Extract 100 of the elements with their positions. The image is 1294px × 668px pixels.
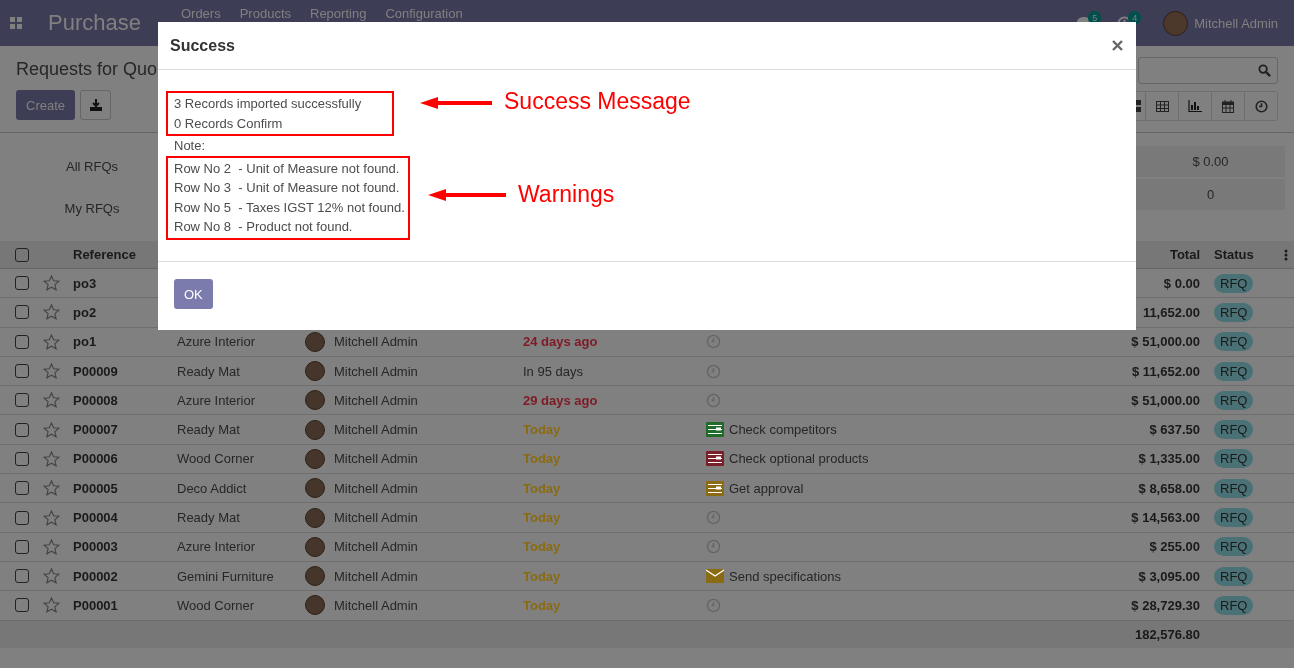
deadline-cell: Today <box>523 451 561 467</box>
star-icon[interactable] <box>43 480 60 497</box>
star-icon[interactable] <box>43 275 60 292</box>
menu-item[interactable]: Products <box>239 6 291 21</box>
total-cell-text: $ 0.00 <box>1162 275 1201 291</box>
close-icon[interactable] <box>1112 40 1123 51</box>
activity-text: Send specifications <box>729 568 841 584</box>
envelope-icon[interactable] <box>706 569 724 584</box>
buyer-name: Mitchell Admin <box>334 422 418 438</box>
app-name: Purchase <box>48 10 141 36</box>
star-icon[interactable] <box>43 538 60 555</box>
reference-cell-text: P00004 <box>72 510 119 525</box>
task-list-icon[interactable] <box>706 422 724 438</box>
row-checkbox[interactable] <box>15 451 29 466</box>
total-cell-text: $ 11,652.00 <box>1131 363 1201 379</box>
row-checkbox[interactable] <box>15 510 29 525</box>
total-cell-text: $ 255.00 <box>1148 539 1201 555</box>
vendor-cell: Ready Mat <box>177 363 240 379</box>
reference-cell-text: P00002 <box>72 568 119 584</box>
buyer-name: Mitchell Admin <box>334 392 418 408</box>
buyer-name: Mitchell Admin <box>334 568 418 584</box>
menu-item[interactable]: Configuration <box>385 6 463 21</box>
star-icon[interactable] <box>43 392 60 409</box>
star-icon[interactable] <box>43 597 60 614</box>
row-checkbox[interactable] <box>15 422 29 437</box>
vendor-cell: Ready Mat <box>177 422 240 438</box>
status-badge: RFQ <box>1214 420 1254 440</box>
search-icon[interactable] <box>1258 64 1271 77</box>
row-checkbox[interactable] <box>15 305 29 320</box>
star-icon[interactable] <box>43 304 60 321</box>
star-icon[interactable] <box>43 333 60 350</box>
apps-menu-icon[interactable] <box>10 17 22 29</box>
task-list-icon[interactable] <box>706 480 724 496</box>
dashboard-value[interactable]: 0 <box>1136 179 1285 210</box>
activity-view-button[interactable] <box>1244 92 1277 120</box>
search-field[interactable] <box>1138 57 1278 84</box>
clock-icon <box>1254 99 1268 113</box>
reference-cell-text: P00008 <box>72 392 119 408</box>
star-icon[interactable] <box>43 363 60 380</box>
dashboard-label[interactable]: My RFQs <box>64 201 120 216</box>
activity-count-badge: 4 <box>1128 11 1142 25</box>
user-name[interactable]: Mitchell Admin <box>1194 15 1278 31</box>
menu-item[interactable]: Reporting <box>310 6 367 21</box>
reference-cell-text: P00007 <box>72 422 119 438</box>
calendar-icon <box>1222 99 1234 113</box>
annotation-label: Warnings <box>518 181 615 208</box>
reference-cell-text: po2 <box>72 304 98 320</box>
reference-cell-text: P00005 <box>72 480 119 496</box>
task-list-icon[interactable] <box>706 451 724 467</box>
status-badge: RFQ <box>1214 361 1254 381</box>
deadline-cell: Today <box>523 568 561 584</box>
avatar <box>305 448 325 469</box>
deadline-cell: Today <box>523 422 561 438</box>
status-badge: RFQ <box>1214 537 1254 557</box>
buyer-name: Mitchell Admin <box>334 510 418 525</box>
download-button[interactable] <box>80 90 112 120</box>
status-badge: RFQ <box>1214 302 1254 322</box>
select-all-checkbox[interactable] <box>15 247 29 262</box>
row-checkbox[interactable] <box>15 334 29 349</box>
warning-message: Row No 2 - Unit of Measure not found. <box>174 159 401 178</box>
total-cell-text: $ 51,000.00 <box>1130 392 1201 408</box>
total-cell-text: $ 14,563.00 <box>1130 510 1201 525</box>
row-checkbox[interactable] <box>15 364 29 379</box>
star-icon[interactable] <box>43 568 60 585</box>
activity-text: Check optional products <box>729 451 869 467</box>
row-checkbox[interactable] <box>15 276 29 291</box>
star-icon[interactable] <box>43 421 60 438</box>
avatar <box>305 361 325 382</box>
deadline-cell: Today <box>523 480 561 496</box>
column-options-icon[interactable] <box>1284 248 1288 261</box>
total-cell-text: $ 1,335.00 <box>1137 451 1201 467</box>
row-checkbox[interactable] <box>15 598 29 613</box>
status-badge: RFQ <box>1214 390 1254 410</box>
reference-cell-text: P00009 <box>72 363 119 379</box>
ok-button[interactable]: OK <box>174 279 213 309</box>
reference-cell-text: P00001 <box>72 597 119 613</box>
create-button[interactable]: Create <box>16 90 76 120</box>
row-checkbox[interactable] <box>15 393 29 408</box>
star-icon[interactable] <box>43 450 60 467</box>
total-cell-text: $ 3,095.00 <box>1137 568 1201 584</box>
status-badge: RFQ <box>1214 449 1254 469</box>
dashboard-value[interactable]: $ 0.00 <box>1136 146 1285 177</box>
row-checkbox[interactable] <box>15 539 29 554</box>
download-icon <box>89 99 102 111</box>
row-checkbox[interactable] <box>15 569 29 584</box>
buyer-name: Mitchell Admin <box>334 363 418 379</box>
column-header[interactable]: Status <box>1207 247 1294 262</box>
total-cell-text: $ 28,729.30 <box>1130 597 1201 613</box>
star-icon[interactable] <box>43 509 60 526</box>
avatar <box>305 419 325 440</box>
buyer-name: Mitchell Admin <box>334 539 418 555</box>
deadline-cell: 29 days ago <box>523 392 598 408</box>
dashboard-label[interactable]: All RFQs <box>66 159 118 174</box>
avatar <box>305 595 325 616</box>
buyer-name: Mitchell Admin <box>334 597 418 613</box>
row-checkbox[interactable] <box>15 481 29 496</box>
menu-item[interactable]: Orders <box>180 6 221 21</box>
total-cell-text: $ 51,000.00 <box>1130 334 1201 350</box>
table-icon <box>1155 100 1169 112</box>
reference-cell-text: po3 <box>72 275 98 291</box>
